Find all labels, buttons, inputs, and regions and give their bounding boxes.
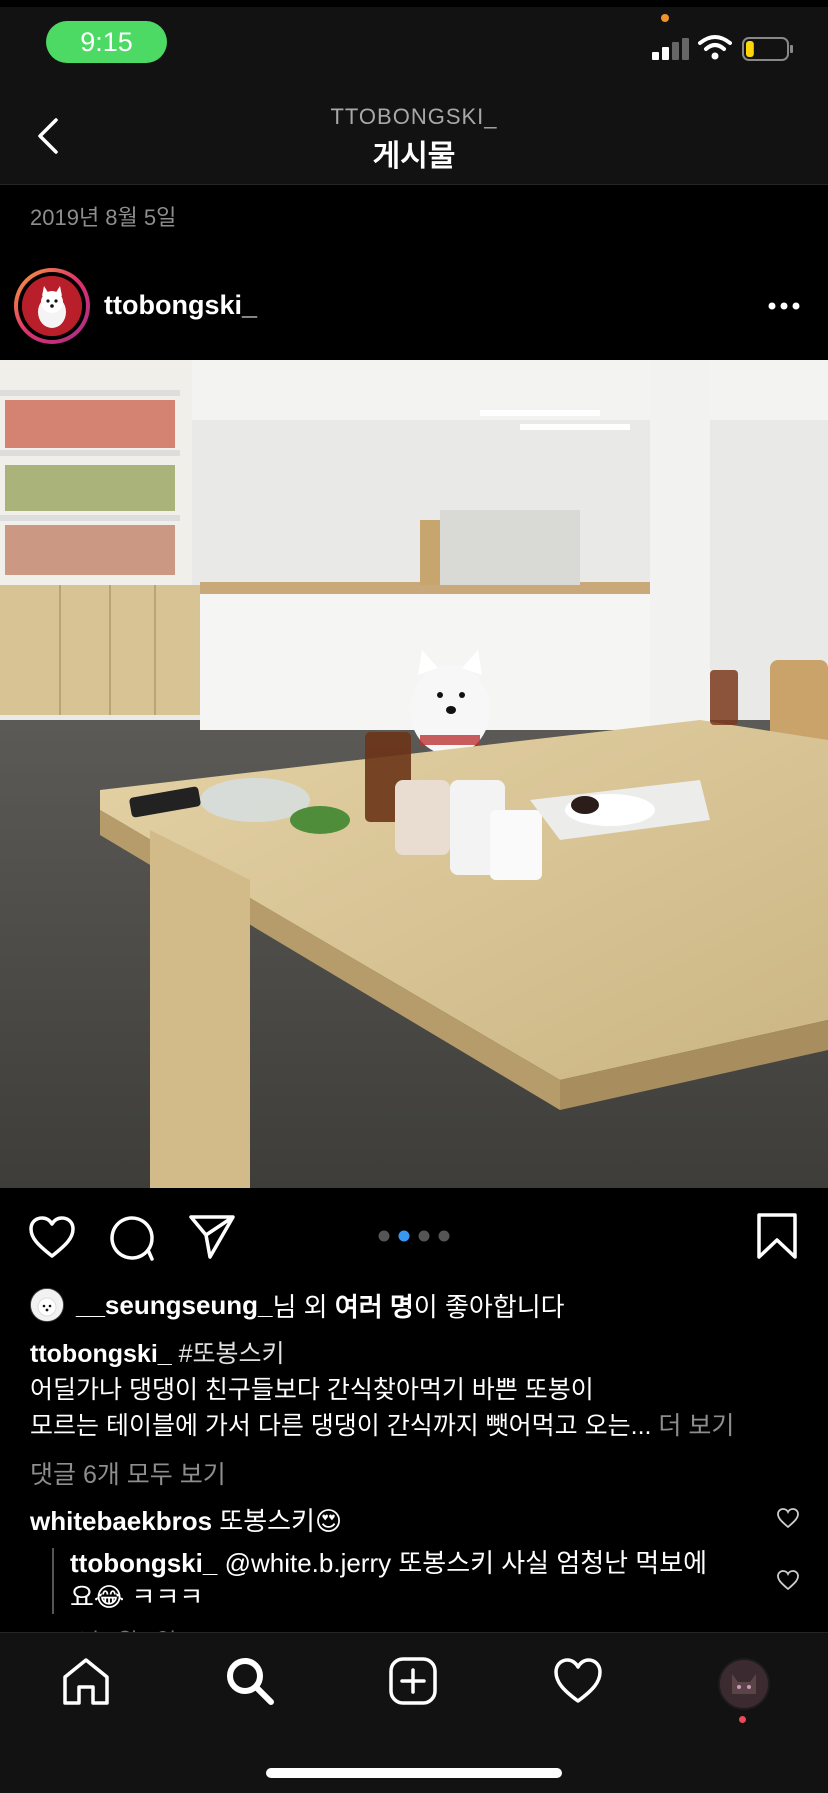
like-heart-icon[interactable] <box>28 1215 76 1259</box>
page-title: 게시물 <box>372 140 456 173</box>
share-paper-plane-icon[interactable] <box>188 1213 236 1259</box>
liker-avatar <box>30 1288 64 1322</box>
reply-item: ttobongski_ @white.b.jerry 또봉스키 사실 엄청난 먹… <box>70 1546 760 1614</box>
author-avatar[interactable] <box>14 268 90 344</box>
dog-avatar-image <box>22 276 82 336</box>
comment-username[interactable]: whitebaekbros <box>30 1506 212 1536</box>
comment-icon[interactable] <box>108 1214 156 1262</box>
battery-icon <box>742 37 793 61</box>
profile-tab-avatar[interactable] <box>718 1658 770 1710</box>
cafe-dog-photo <box>0 360 828 1188</box>
heart-eyes-emoji: 😍 <box>314 1506 343 1536</box>
status-time[interactable]: 9:15 <box>46 21 167 63</box>
nav-header: TTOBONGSKI_ 게시물 <box>0 84 828 185</box>
reply-like-heart-icon[interactable] <box>776 1569 800 1591</box>
add-post-icon[interactable] <box>387 1655 439 1707</box>
post-caption: ttobongski_ #또봉스키 어딜가나 댕댕이 친구들보다 간식찾아먹기 … <box>30 1336 810 1444</box>
caption-username[interactable]: ttobongski_ <box>30 1340 172 1368</box>
reply-text-2-post: ㅋㅋㅋ <box>131 1582 204 1612</box>
more-options-icon[interactable] <box>766 298 802 314</box>
activity-heart-icon[interactable] <box>552 1655 604 1707</box>
home-icon[interactable] <box>60 1655 112 1707</box>
caption-more-link[interactable]: 더 보기 <box>658 1412 734 1440</box>
privacy-indicator <box>661 14 669 22</box>
reply-username[interactable]: ttobongski_ <box>70 1548 217 1578</box>
comment-item: whitebaekbros 또봉스키😍 <box>30 1501 770 1538</box>
author-username[interactable]: ttobongski_ <box>104 290 257 321</box>
header-subtitle: TTOBONGSKI_ <box>330 104 498 129</box>
caption-line-1: 어딜가나 댕댕이 친구들보다 간식찾아먹기 바쁜 또봉이 <box>30 1376 594 1404</box>
reply-text-1: @white.b.jerry 또봉스키 사실 엄청난 먹보에 <box>224 1548 708 1578</box>
search-icon[interactable] <box>224 1655 276 1707</box>
wifi-icon <box>698 35 732 60</box>
reply-thread-line <box>52 1548 54 1614</box>
status-bar: 9:15 <box>0 0 828 84</box>
caption-hashtag[interactable]: #또봉스키 <box>179 1340 285 1368</box>
bottom-tab-bar <box>0 1632 828 1793</box>
reply-text-2-pre: 요 <box>70 1582 94 1612</box>
comment-like-heart-icon[interactable] <box>776 1507 800 1529</box>
likes-text-1: 님 외 <box>272 1291 335 1322</box>
carousel-dots <box>378 1230 450 1242</box>
likes-text-2: 이 좋아합니다 <box>413 1291 565 1322</box>
likes-others[interactable]: 여러 명 <box>335 1287 414 1324</box>
cellular-signal-icon <box>652 38 689 60</box>
joy-emoji: 😂 <box>93 1582 125 1612</box>
post-date: 2019년 8월 5일 <box>30 205 177 230</box>
liker-username[interactable]: __seungseung_ <box>76 1290 273 1321</box>
likes-summary[interactable]: __seungseung_ 님 외 여러 명 이 좋아합니다 <box>30 1287 565 1323</box>
status-bar-edge <box>0 0 828 7</box>
bookmark-icon[interactable] <box>756 1212 798 1260</box>
comment-text: 또봉스키 <box>219 1506 315 1536</box>
home-indicator <box>266 1768 562 1778</box>
view-all-comments-link[interactable]: 댓글 6개 모두 보기 <box>30 1455 226 1491</box>
caption-line-2: 모르는 테이블에 가서 다른 댕댕이 간식까지 뺏어먹고 오는... <box>30 1412 652 1440</box>
notification-dot <box>739 1716 746 1723</box>
post-photo[interactable] <box>0 360 828 1188</box>
